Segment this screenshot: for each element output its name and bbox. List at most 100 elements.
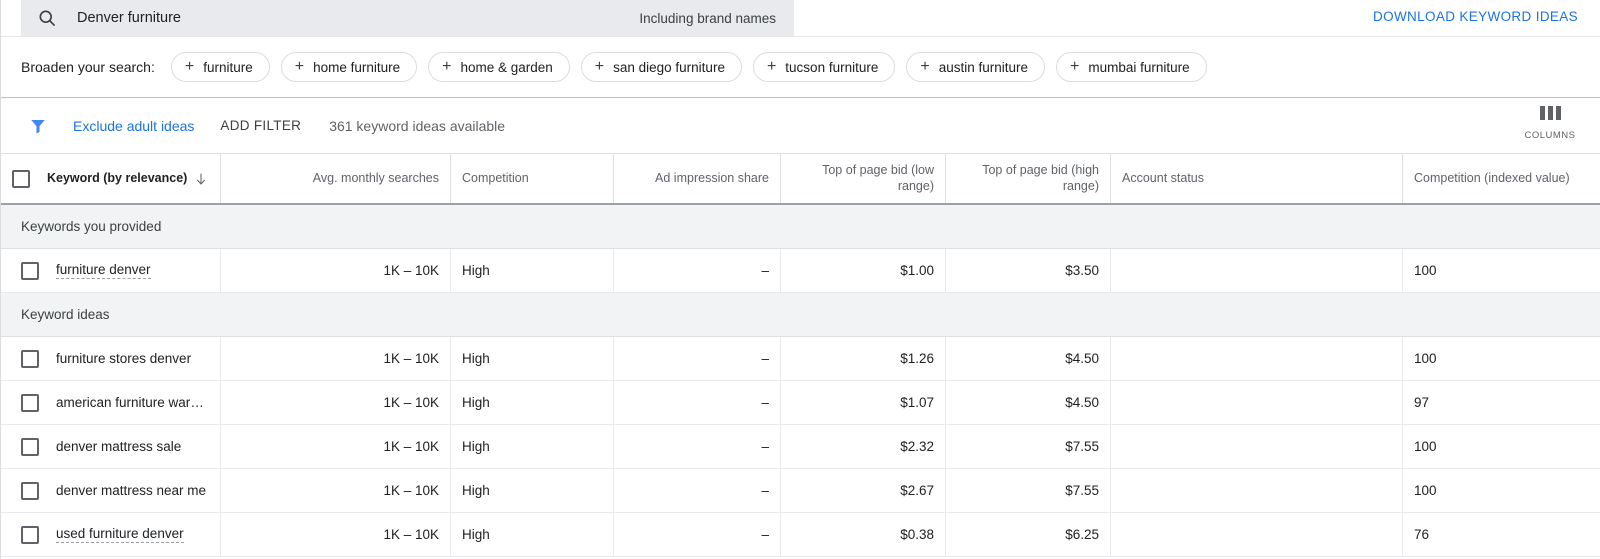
keyword-text: used furniture denver [56, 526, 184, 543]
cell-account-status [1111, 469, 1403, 512]
cell-ad-impression-share: – [614, 337, 781, 380]
cell-avg-monthly-searches: 1K – 10K [221, 425, 451, 468]
plus-icon: + [920, 58, 930, 75]
row-checkbox[interactable] [21, 437, 39, 456]
chip-label: home furniture [313, 59, 401, 75]
cell-account-status [1111, 381, 1403, 424]
column-header-keyword-label: Keyword (by relevance) [47, 170, 188, 185]
row-checkbox[interactable] [21, 525, 39, 544]
plus-icon: + [184, 58, 195, 75]
cell-top-of-page-bid-high: $4.50 [946, 381, 1111, 424]
sort-descending-arrow-icon[interactable] [193, 171, 209, 187]
search-query-text[interactable]: Denver furniture [77, 10, 639, 26]
cell-competition: High [451, 381, 614, 424]
table-row[interactable]: denver mattress sale 1K – 10K High – $2.… [1, 425, 1600, 469]
columns-button-label: COLUMNS [1524, 130, 1576, 141]
filter-funnel-icon[interactable] [29, 117, 47, 135]
column-header-competition[interactable]: Competition [451, 154, 614, 203]
chip-label: mumbai furniture [1088, 59, 1190, 75]
cell-competition: High [451, 469, 614, 512]
cell-competition-indexed-value: 100 [1414, 483, 1437, 498]
table-row[interactable]: american furniture ware… 1K – 10K High –… [1, 381, 1600, 425]
cell-keyword[interactable]: used furniture denver [1, 513, 221, 556]
cell-ad-impression-share: – [614, 249, 781, 292]
chip-label: san diego furniture [613, 59, 725, 75]
cell-competition-indexed-value: 100 [1414, 263, 1437, 278]
cell-top-of-page-bid-low: $2.32 [781, 425, 946, 468]
section-header-keywords-you-provided: Keywords you provided [1, 205, 1600, 249]
keyword-text: denver mattress near me [56, 483, 207, 498]
select-all-checkbox[interactable] [12, 169, 30, 188]
columns-icon [1522, 106, 1578, 120]
column-header-competition-indexed-value[interactable]: Competition (indexed value) [1403, 154, 1600, 203]
cell-avg-monthly-searches: 1K – 10K [221, 513, 451, 556]
broaden-chip-home-and-garden[interactable]: + home & garden [428, 52, 570, 82]
search-icon [37, 8, 57, 28]
cell-keyword[interactable]: furniture denver [1, 249, 221, 292]
cell-keyword[interactable]: furniture stores denver [1, 337, 221, 380]
keyword-text: american furniture ware… [56, 395, 209, 410]
row-checkbox[interactable] [21, 261, 39, 280]
cell-competition-indexed-value: 100 [1414, 351, 1437, 366]
cell-account-status [1111, 337, 1403, 380]
columns-button[interactable]: COLUMNS [1522, 106, 1578, 143]
add-filter-button[interactable]: ADD FILTER [220, 118, 301, 133]
cell-competition: High [451, 425, 614, 468]
cell-ad-impression-share: – [614, 425, 781, 468]
column-header-account-status[interactable]: Account status [1111, 154, 1403, 203]
keyword-planner-page: Denver furniture Including brand names D… [0, 0, 1600, 559]
cell-keyword[interactable]: denver mattress sale [1, 425, 221, 468]
table-row[interactable]: furniture stores denver 1K – 10K High – … [1, 337, 1600, 381]
cell-top-of-page-bid-low: $1.26 [781, 337, 946, 380]
cell-account-status [1111, 249, 1403, 292]
cell-avg-monthly-searches: 1K – 10K [221, 381, 451, 424]
cell-ad-impression-share: – [614, 513, 781, 556]
search-box[interactable]: Denver furniture Including brand names [21, 0, 794, 36]
including-brand-names-label: Including brand names [639, 10, 776, 26]
cell-avg-monthly-searches: 1K – 10K [221, 337, 451, 380]
cell-top-of-page-bid-low: $2.67 [781, 469, 946, 512]
table-row[interactable]: furniture denver 1K – 10K High – $1.00 $… [1, 249, 1600, 293]
filter-toolbar: Exclude adult ideas ADD FILTER 361 keywo… [1, 98, 1600, 153]
column-header-top-of-page-bid-high[interactable]: Top of page bid (high range) [946, 154, 1111, 203]
download-keyword-ideas-button[interactable]: DOWNLOAD KEYWORD IDEAS [1373, 9, 1578, 24]
broaden-search-label: Broaden your search: [21, 59, 155, 75]
row-checkbox[interactable] [21, 393, 39, 412]
keyword-text: furniture denver [56, 262, 151, 279]
broaden-chip-austin-furniture[interactable]: + austin furniture [906, 52, 1046, 82]
table-row[interactable]: denver mattress near me 1K – 10K High – … [1, 469, 1600, 513]
broaden-chip-mumbai-furniture[interactable]: + mumbai furniture [1056, 52, 1207, 82]
cell-keyword[interactable]: denver mattress near me [1, 469, 221, 512]
cell-top-of-page-bid-high: $6.25 [946, 513, 1111, 556]
plus-icon: + [294, 58, 305, 75]
broaden-chip-tucson-furniture[interactable]: + tucson furniture [752, 52, 896, 82]
cell-competition: High [451, 337, 614, 380]
cell-account-status [1111, 425, 1403, 468]
cell-competition-indexed-value: 100 [1414, 439, 1437, 454]
broaden-chip-home-furniture[interactable]: + home furniture [280, 52, 418, 82]
plus-icon: + [1070, 58, 1080, 75]
column-header-keyword[interactable]: Keyword (by relevance) [1, 154, 221, 203]
table-row[interactable]: used furniture denver 1K – 10K High – $0… [1, 513, 1600, 557]
column-header-top-of-page-bid-low[interactable]: Top of page bid (low range) [781, 154, 946, 203]
cell-avg-monthly-searches: 1K – 10K [221, 249, 451, 292]
cell-top-of-page-bid-low: $1.00 [781, 249, 946, 292]
cell-competition-indexed-value: 97 [1414, 395, 1430, 410]
exclude-adult-ideas-filter[interactable]: Exclude adult ideas [73, 118, 194, 134]
cell-competition-indexed-value: 76 [1414, 527, 1430, 542]
cell-top-of-page-bid-high: $4.50 [946, 337, 1111, 380]
cell-competition: High [451, 249, 614, 292]
chip-label: furniture [203, 59, 253, 75]
keyword-ideas-count-label: 361 keyword ideas available [329, 117, 506, 134]
row-checkbox[interactable] [21, 481, 39, 500]
keyword-text: denver mattress sale [56, 439, 182, 454]
plus-icon: + [594, 58, 605, 75]
cell-keyword[interactable]: american furniture ware… [1, 381, 221, 424]
column-header-avg-monthly-searches[interactable]: Avg. monthly searches [221, 154, 451, 203]
broaden-chip-san-diego-furniture[interactable]: + san diego furniture [580, 52, 742, 82]
cell-ad-impression-share: – [614, 381, 781, 424]
column-header-ad-impression-share[interactable]: Ad impression share [614, 154, 781, 203]
broaden-chip-furniture[interactable]: + furniture [170, 52, 270, 82]
cell-top-of-page-bid-high: $7.55 [946, 425, 1111, 468]
row-checkbox[interactable] [21, 349, 39, 368]
